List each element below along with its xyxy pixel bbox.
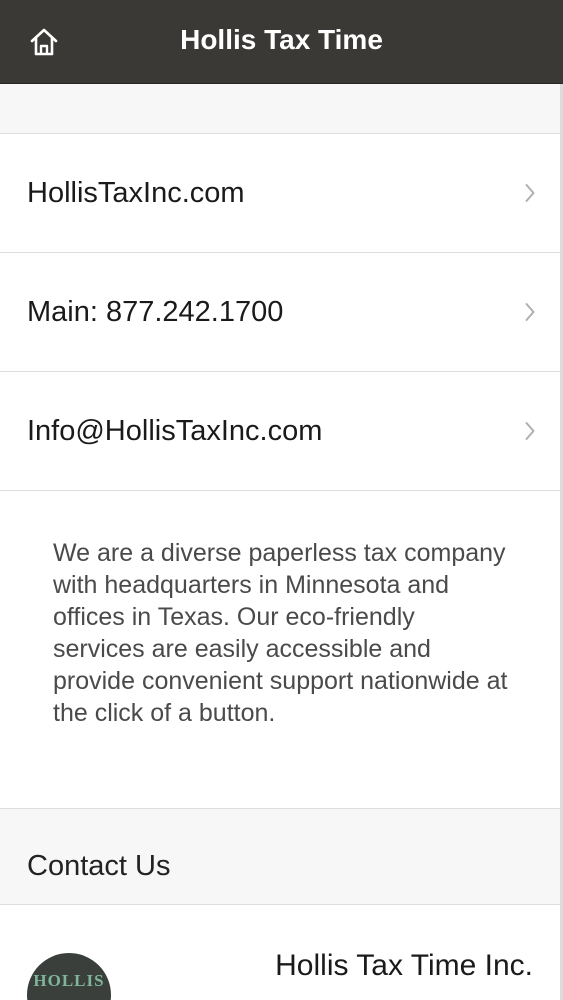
about-text: We are a diverse paperless tax company w… xyxy=(53,539,508,727)
contact-section-header: Contact Us xyxy=(0,809,563,905)
email-link-label: Info@HollisTaxInc.com xyxy=(27,415,323,447)
website-link[interactable]: HollisTaxInc.com xyxy=(0,134,563,253)
website-link-label: HollisTaxInc.com xyxy=(27,177,245,209)
app-header: Hollis Tax Time xyxy=(0,0,563,84)
company-row[interactable]: HOLLIS Hollis Tax Time Inc. xyxy=(0,905,563,1000)
company-logo: HOLLIS xyxy=(27,953,111,1000)
company-name: Hollis Tax Time Inc. xyxy=(275,949,533,982)
chevron-right-icon xyxy=(525,303,535,321)
contact-title: Contact Us xyxy=(27,850,171,882)
page-title: Hollis Tax Time xyxy=(180,24,383,55)
logo-text: HOLLIS xyxy=(33,971,105,990)
email-link[interactable]: Info@HollisTaxInc.com xyxy=(0,372,563,491)
top-spacer xyxy=(0,84,563,134)
about-section: We are a diverse paperless tax company w… xyxy=(0,491,563,809)
phone-link[interactable]: Main: 877.242.1700 xyxy=(0,253,563,372)
phone-link-label: Main: 877.242.1700 xyxy=(27,296,284,328)
chevron-right-icon xyxy=(525,184,535,202)
chevron-right-icon xyxy=(525,422,535,440)
link-list: HollisTaxInc.com Main: 877.242.1700 Info… xyxy=(0,134,563,491)
